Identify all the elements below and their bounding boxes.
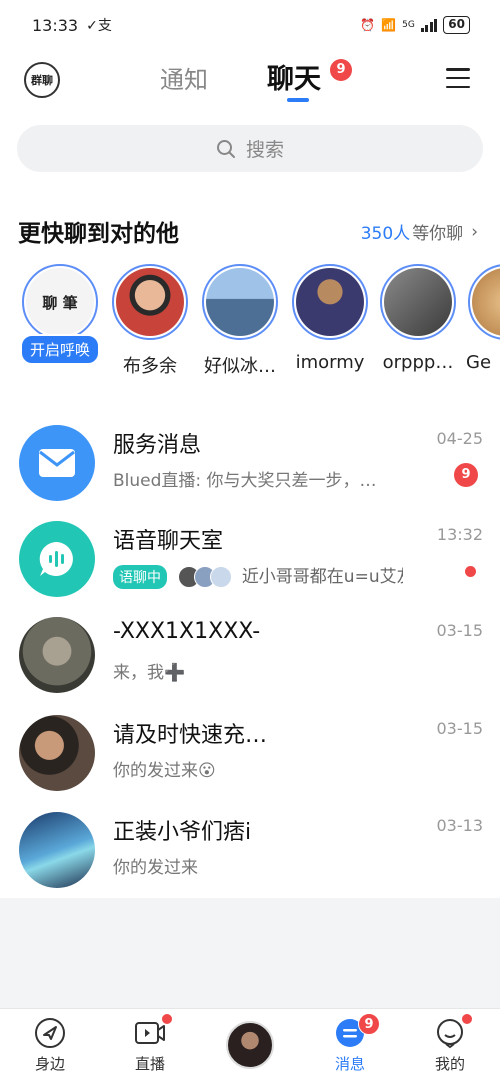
avatar xyxy=(202,264,278,340)
call-avatar: 聊 筆 xyxy=(22,264,98,340)
conversation-title: 语音聊天室 xyxy=(113,529,224,554)
waiting-count: 350人 xyxy=(360,224,411,244)
messages-badge: 9 xyxy=(358,1013,380,1035)
open-call-button[interactable]: 开启呼唤 xyxy=(20,334,100,365)
nav-nearby[interactable]: 身边 xyxy=(15,1017,85,1074)
my-avatar-button[interactable] xyxy=(226,1021,274,1069)
chat-unread-badge: 9 xyxy=(330,59,352,81)
voice-room-avatar xyxy=(19,521,95,597)
status-time: 13:33 xyxy=(32,15,79,35)
quick-chat-title: 更快聊到对的他 xyxy=(18,221,179,247)
conversation-time: 03-15 xyxy=(436,719,484,738)
conversation-title: 服务消息 xyxy=(113,433,202,458)
group-chat-button[interactable]: 群聊 xyxy=(24,62,60,98)
calligraphy-image: 聊 筆 xyxy=(26,268,94,336)
nav-nearby-label: 身边 xyxy=(34,1055,65,1073)
signal-icon xyxy=(420,18,438,32)
nav-messages[interactable]: 9 消息 xyxy=(315,1013,385,1074)
avatar xyxy=(292,264,368,340)
conversation-title: -XXX1X1XXX- xyxy=(113,619,261,644)
top-header: 群聊 通知 聊天 9 xyxy=(0,50,500,114)
unread-badge: 9 xyxy=(454,463,478,487)
participant-avatar xyxy=(210,566,233,588)
conversation-item[interactable]: 请及时快速充… 你的发过来😮 03-15 xyxy=(0,703,500,799)
nav-mine-label: 我的 xyxy=(434,1055,465,1073)
voice-live-tag: 语聊中 xyxy=(113,565,167,589)
conversation-time: 03-15 xyxy=(436,621,484,640)
conversation-preview: 你的发过来😮 xyxy=(113,761,216,781)
conversation-title: 请及时快速充… xyxy=(113,723,268,748)
conversation-item-voice[interactable]: 语音聊天室 语聊中 近小哥哥都在u=u艾友r 13:32 xyxy=(0,509,500,605)
quick-user-name: 布多余 xyxy=(123,356,177,377)
voice-wave-icon xyxy=(39,541,73,576)
conversation-preview: 来，我➕ xyxy=(113,663,186,683)
quick-user-2[interactable]: 好似冰… xyxy=(200,264,280,378)
quick-user-1[interactable]: 布多余 xyxy=(110,264,190,378)
waiting-suffix: 等你聊 xyxy=(412,224,464,244)
video-icon xyxy=(134,1014,172,1049)
app-notification-icon: ✓支 xyxy=(86,18,112,34)
conversation-item[interactable]: 正装小爷们痞i 你的发过来 03-13 xyxy=(0,800,500,896)
avatar xyxy=(19,617,95,693)
tab-notify[interactable]: 通知 xyxy=(160,60,208,95)
quick-user-3[interactable]: imormy xyxy=(290,264,370,373)
status-bar: 13:33 ✓支 ⏰ 📶 5G 60 xyxy=(0,0,500,50)
profile-face-icon xyxy=(434,1014,472,1049)
quick-user-4[interactable]: orppp… xyxy=(378,264,458,373)
mail-avatar xyxy=(19,425,95,501)
voice-live-label: 语聊中 xyxy=(119,570,161,586)
conversation-preview: 语聊中 近小哥哥都在u=u艾友r xyxy=(113,562,403,589)
conversation-time: 04-25 xyxy=(436,429,484,448)
conversation-preview: 你的发过来 xyxy=(113,858,198,878)
menu-icon[interactable] xyxy=(446,68,470,88)
nav-live-label: 直播 xyxy=(134,1055,165,1073)
search-placeholder: 搜索 xyxy=(245,139,284,161)
conversation-title: 正装小爷们痞i xyxy=(113,820,252,845)
tab-active-indicator xyxy=(287,98,309,102)
conversation-item[interactable]: -XXX1X1XXX- 来，我➕ 03-15 xyxy=(0,605,500,701)
compass-icon xyxy=(34,1017,66,1049)
mine-red-dot xyxy=(462,1014,472,1024)
battery-icon: 60 xyxy=(443,16,470,34)
conversation-preview: Blued直播: 你与大奖只差一步，… xyxy=(113,471,377,491)
chevron-right-icon: › xyxy=(471,221,478,242)
quick-user-5[interactable]: Ge xyxy=(466,264,500,373)
nav-messages-label: 消息 xyxy=(334,1055,365,1073)
search-icon xyxy=(216,139,235,158)
quick-user-name: 好似冰… xyxy=(204,356,276,377)
conversation-item-service[interactable]: 服务消息 Blued直播: 你与大奖只差一步，… 04-25 9 xyxy=(0,413,500,509)
quick-user-name: imormy xyxy=(295,352,365,373)
avatar xyxy=(19,812,95,888)
conversation-time: 03-13 xyxy=(436,816,484,835)
wifi-icon: 📶 xyxy=(381,18,397,32)
list-empty-area xyxy=(0,898,500,1008)
avatar xyxy=(19,715,95,791)
live-red-dot xyxy=(162,1014,172,1024)
avatar xyxy=(112,264,188,340)
network-label: 5G xyxy=(402,20,415,30)
quick-user-name: Ge xyxy=(466,352,492,373)
conversation-time: 13:32 xyxy=(436,525,483,544)
quick-user-name: orppp… xyxy=(382,352,454,373)
avatar xyxy=(468,264,500,340)
tab-chat[interactable]: 聊天 xyxy=(267,57,321,96)
message-icon: 9 xyxy=(334,1013,380,1049)
avatar xyxy=(380,264,456,340)
quick-user-0[interactable]: 聊 筆 开启呼唤 xyxy=(20,264,100,365)
unread-dot xyxy=(465,566,476,577)
nav-live[interactable]: 直播 xyxy=(115,1014,185,1074)
mail-icon xyxy=(39,449,75,477)
voice-preview-text: 近小哥哥都在u=u艾友r xyxy=(241,567,403,587)
alarm-icon: ⏰ xyxy=(360,18,376,32)
quick-chat-more[interactable]: 350人 等你聊 › xyxy=(360,219,478,245)
search-bar[interactable]: 搜索 xyxy=(17,125,483,172)
nav-mine[interactable]: 我的 xyxy=(415,1014,485,1074)
bottom-nav: 身边 直播 9 消息 我的 xyxy=(0,1008,500,1083)
quick-avatar-row: 聊 筆 开启呼唤 布多余 好似冰… imormy orppp… Ge xyxy=(0,264,500,384)
